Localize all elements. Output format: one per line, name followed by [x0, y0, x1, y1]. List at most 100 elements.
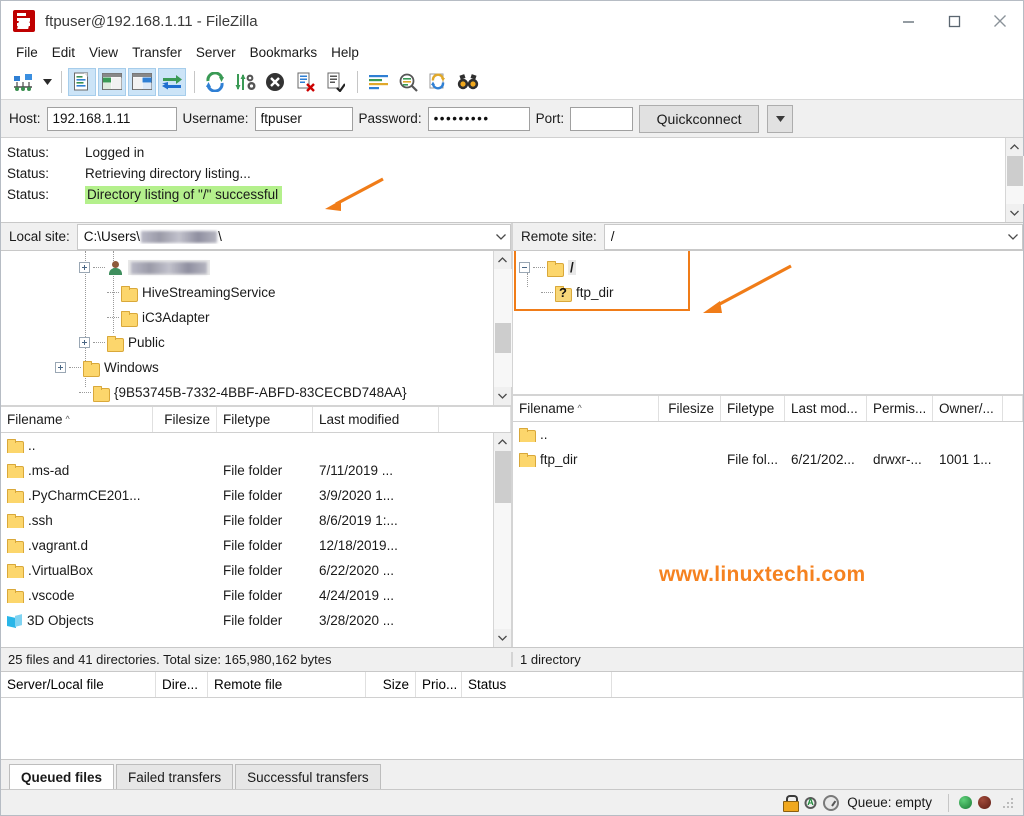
tree-node[interactable]: / [513, 255, 1023, 280]
column-header-owner-group[interactable]: Owner/... [933, 396, 1003, 421]
tree-node[interactable]: Public [1, 330, 493, 355]
tab-queued-files[interactable]: Queued files [9, 764, 114, 789]
table-row[interactable]: .ms-ad File folder 7/11/2019 ... [1, 458, 493, 483]
remote-directory-tree[interactable]: / ? ftp_dir [513, 251, 1023, 394]
table-row[interactable]: .ssh File folder 8/6/2019 1:... [1, 508, 493, 533]
menu-view[interactable]: View [82, 43, 125, 62]
menu-file[interactable]: File [9, 43, 45, 62]
tree-node[interactable]: {9B53745B-7332-4BBF-ABFD-83CECBD748AA} [1, 380, 493, 405]
chevron-down-icon[interactable] [1008, 234, 1018, 240]
compare-directories-button[interactable] [394, 68, 422, 96]
chevron-down-icon[interactable] [496, 234, 506, 240]
table-row[interactable]: .. [1, 433, 493, 458]
quickconnect-dropdown-button[interactable] [767, 105, 793, 133]
filter-button[interactable] [364, 68, 392, 96]
quickconnect-button[interactable]: Quickconnect [639, 105, 759, 133]
tab-failed-transfers[interactable]: Failed transfers [116, 764, 233, 789]
column-header-filetype[interactable]: Filetype [217, 407, 313, 432]
local-tree-scrollbar[interactable] [493, 251, 511, 405]
local-list-scroll-track[interactable] [494, 451, 512, 629]
column-header-last-modified[interactable]: Last modified [313, 407, 439, 432]
site-manager-dropdown[interactable] [39, 68, 55, 96]
column-header-last-modified[interactable]: Last mod... [785, 396, 867, 421]
column-header-direction[interactable]: Dire... [156, 672, 208, 697]
transfer-queue-body[interactable] [1, 698, 1023, 759]
table-row[interactable]: .vagrant.d File folder 12/18/2019... [1, 533, 493, 558]
menu-edit[interactable]: Edit [45, 43, 82, 62]
reconnect-button[interactable] [321, 68, 349, 96]
column-header-filesize[interactable]: Filesize [659, 396, 721, 421]
table-row[interactable]: .. [513, 422, 1023, 447]
disconnect-button[interactable] [291, 68, 319, 96]
column-header-filename[interactable]: Filename ^ [1, 407, 153, 432]
table-row[interactable]: .VirtualBox File folder 6/22/2020 ... [1, 558, 493, 583]
local-directory-tree[interactable]: HiveStreamingService iC3Adapter Public [1, 251, 493, 405]
certificate-gear-icon[interactable]: A [802, 795, 819, 811]
table-row[interactable]: .vscode File folder 4/24/2019 ... [1, 583, 493, 608]
resize-grip[interactable] [1001, 796, 1015, 810]
local-list-scrollbar[interactable] [493, 433, 511, 647]
table-row[interactable]: .PyCharmCE201... File folder 3/9/2020 1.… [1, 483, 493, 508]
message-log-list[interactable]: Status: Logged in Status: Retrieving dir… [1, 138, 1005, 222]
column-header-priority[interactable]: Prio... [416, 672, 462, 697]
port-input[interactable] [570, 107, 633, 131]
toggle-transfer-queue-button[interactable] [158, 68, 186, 96]
local-file-rows[interactable]: .. .ms-ad File folder 7/11/2019 ... [1, 433, 493, 647]
log-scrollbar[interactable] [1005, 138, 1023, 222]
expander-plus-icon[interactable] [55, 362, 66, 373]
scroll-down-icon[interactable] [1006, 204, 1024, 222]
find-files-button[interactable] [454, 68, 482, 96]
tree-node[interactable] [1, 255, 493, 280]
remote-site-combo[interactable]: / [604, 224, 1023, 250]
table-row[interactable]: 3D Objects File folder 3/28/2020 ... [1, 608, 493, 633]
scroll-down-icon[interactable] [494, 629, 512, 647]
column-header-server-local-file[interactable]: Server/Local file [1, 672, 156, 697]
refresh-button[interactable] [201, 68, 229, 96]
expander-minus-icon[interactable] [519, 262, 530, 273]
speed-limit-icon[interactable] [823, 795, 839, 811]
expander-plus-icon[interactable] [79, 337, 90, 348]
column-header-remote-file[interactable]: Remote file [208, 672, 366, 697]
scroll-up-icon[interactable] [494, 251, 512, 269]
process-queue-button[interactable] [231, 68, 259, 96]
scroll-up-icon[interactable] [494, 433, 512, 451]
column-header-filetype[interactable]: Filetype [721, 396, 785, 421]
column-header-filesize[interactable]: Filesize [153, 407, 217, 432]
username-input[interactable] [255, 107, 353, 131]
synchronized-browsing-button[interactable] [424, 68, 452, 96]
host-input[interactable] [47, 107, 177, 131]
tab-successful-transfers[interactable]: Successful transfers [235, 764, 381, 789]
column-header-size[interactable]: Size [366, 672, 416, 697]
column-header-permissions[interactable]: Permis... [867, 396, 933, 421]
maximize-button[interactable] [931, 1, 977, 41]
toggle-message-log-button[interactable] [68, 68, 96, 96]
column-header-filename[interactable]: Filename ^ [513, 396, 659, 421]
local-tree-scroll-track[interactable] [494, 269, 512, 387]
remote-file-rows[interactable]: .. ftp_dir File fol... 6/21/202... [513, 422, 1023, 647]
tree-node[interactable]: iC3Adapter [1, 305, 493, 330]
toggle-local-tree-button[interactable] [98, 68, 126, 96]
menu-bookmarks[interactable]: Bookmarks [243, 43, 325, 62]
tree-node[interactable]: ? ftp_dir [513, 280, 1023, 305]
site-manager-button[interactable] [9, 68, 37, 96]
minimize-button[interactable] [885, 1, 931, 41]
local-tree-scroll-thumb[interactable] [495, 323, 511, 353]
tree-node[interactable]: Windows [1, 355, 493, 380]
tree-node[interactable]: HiveStreamingService [1, 280, 493, 305]
scroll-down-icon[interactable] [494, 387, 512, 405]
local-site-combo[interactable]: C:\Users\\ [77, 224, 511, 250]
menu-transfer[interactable]: Transfer [125, 43, 189, 62]
toggle-remote-tree-button[interactable] [128, 68, 156, 96]
log-scroll-thumb[interactable] [1007, 156, 1023, 186]
menu-server[interactable]: Server [189, 43, 243, 62]
close-button[interactable] [977, 1, 1023, 41]
column-header-status[interactable]: Status [462, 672, 612, 697]
local-list-scroll-thumb[interactable] [495, 451, 511, 503]
secure-connection-lock-icon[interactable] [782, 795, 798, 810]
password-input[interactable] [428, 107, 530, 131]
log-scroll-track[interactable] [1006, 156, 1024, 204]
cancel-button[interactable] [261, 68, 289, 96]
scroll-up-icon[interactable] [1006, 138, 1024, 156]
expander-plus-icon[interactable] [79, 262, 90, 273]
table-row[interactable]: ftp_dir File fol... 6/21/202... drwxr-..… [513, 447, 1023, 472]
